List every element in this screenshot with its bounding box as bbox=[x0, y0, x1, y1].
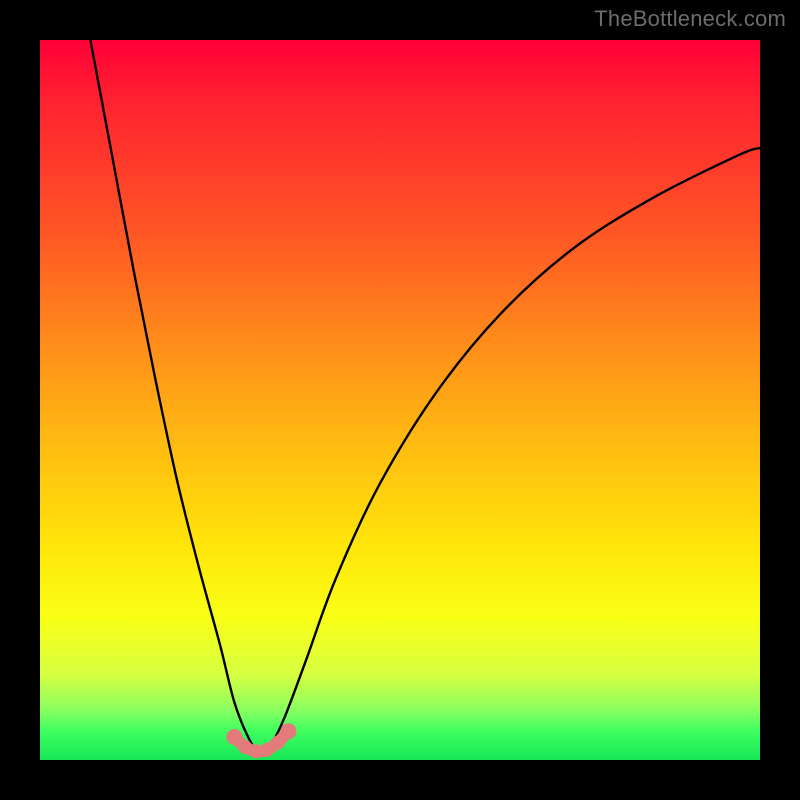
marker-dot bbox=[280, 723, 296, 739]
marker-dot bbox=[271, 736, 285, 750]
plot-area bbox=[40, 40, 760, 760]
bottleneck-curve bbox=[90, 40, 760, 753]
curve-svg bbox=[40, 40, 760, 760]
watermark-text: TheBottleneck.com bbox=[594, 6, 786, 32]
chart-frame: TheBottleneck.com bbox=[0, 0, 800, 800]
